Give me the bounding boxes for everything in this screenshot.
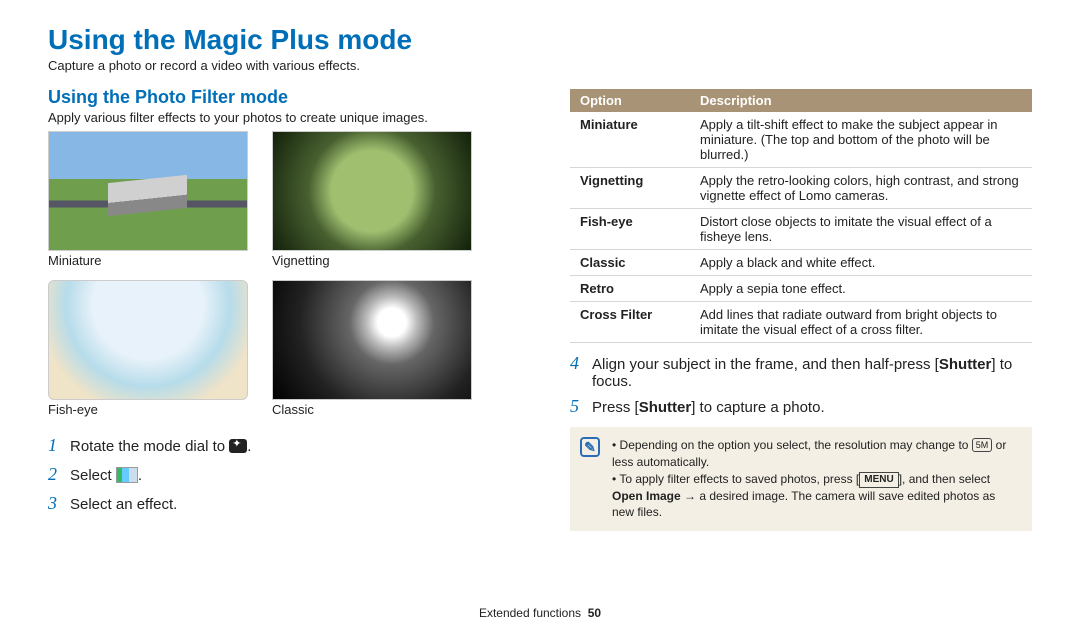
note-text: To apply filter effects to saved photos,… bbox=[619, 472, 859, 486]
photo-filter-icon bbox=[116, 467, 138, 483]
table-header-option: Option bbox=[570, 89, 690, 112]
table-row: Fish-eye Distort close objects to imitat… bbox=[570, 209, 1032, 250]
shutter-label: Shutter bbox=[639, 399, 692, 416]
thumb-cell: Classic bbox=[272, 280, 472, 425]
option-desc: Apply a black and white effect. bbox=[690, 250, 1032, 276]
section-desc: Apply various filter effects to your pho… bbox=[48, 110, 530, 125]
step-text-part: ] to capture a photo. bbox=[691, 399, 824, 416]
option-name: Cross Filter bbox=[570, 302, 690, 343]
option-desc: Apply the retro-looking colors, high con… bbox=[690, 168, 1032, 209]
right-column: Option Description Miniature Apply a til… bbox=[570, 87, 1032, 531]
thumbnail-label: Miniature bbox=[48, 253, 248, 268]
note-text: Depending on the option you select, the … bbox=[620, 438, 972, 452]
open-image-label: Open Image bbox=[612, 489, 681, 503]
left-column: Using the Photo Filter mode Apply variou… bbox=[48, 87, 530, 531]
left-step-list: 1 Rotate the mode dial to . 2 Select . 3… bbox=[48, 435, 530, 514]
shutter-label: Shutter bbox=[939, 356, 992, 373]
option-name: Retro bbox=[570, 276, 690, 302]
thumb-cell: Vignetting bbox=[272, 131, 472, 276]
step-text: Select an effect. bbox=[70, 496, 530, 513]
page-title: Using the Magic Plus mode bbox=[48, 24, 1032, 56]
step-text-part: Rotate the mode dial to bbox=[70, 438, 229, 455]
table-row: Retro Apply a sepia tone effect. bbox=[570, 276, 1032, 302]
option-name: Vignetting bbox=[570, 168, 690, 209]
step-text-part: . bbox=[138, 467, 142, 484]
note-bullet: To apply filter effects to saved photos,… bbox=[612, 471, 1020, 522]
step-number: 4 bbox=[570, 353, 592, 374]
list-item: 1 Rotate the mode dial to . bbox=[48, 435, 530, 456]
table-header-desc: Description bbox=[690, 89, 1032, 112]
option-name: Miniature bbox=[570, 112, 690, 168]
step-number: 3 bbox=[48, 493, 70, 514]
vignetting-thumbnail bbox=[272, 131, 472, 251]
page-footer: Extended functions 50 bbox=[0, 606, 1080, 620]
option-desc: Distort close objects to imitate the vis… bbox=[690, 209, 1032, 250]
note-box: ✎ Depending on the option you select, th… bbox=[570, 427, 1032, 531]
note-text: ], and then select bbox=[899, 472, 990, 486]
step-text-part: Select bbox=[70, 467, 116, 484]
step-text: Select . bbox=[70, 467, 530, 484]
step-text: Rotate the mode dial to . bbox=[70, 438, 530, 455]
resolution-icon: 5M bbox=[972, 438, 993, 452]
list-item: 4 Align your subject in the frame, and t… bbox=[570, 353, 1032, 390]
step-text-part: Press [ bbox=[592, 399, 639, 416]
miniature-thumbnail bbox=[48, 131, 248, 251]
option-desc: Apply a sepia tone effect. bbox=[690, 276, 1032, 302]
menu-icon: MENU bbox=[859, 472, 898, 488]
right-step-list: 4 Align your subject in the frame, and t… bbox=[570, 353, 1032, 417]
step-text: Press [Shutter] to capture a photo. bbox=[592, 399, 1032, 416]
classic-thumbnail bbox=[272, 280, 472, 400]
table-row: Classic Apply a black and white effect. bbox=[570, 250, 1032, 276]
step-text: Align your subject in the frame, and the… bbox=[592, 356, 1032, 390]
step-text-part: Align your subject in the frame, and the… bbox=[592, 356, 939, 373]
page-intro: Capture a photo or record a video with v… bbox=[48, 58, 1032, 73]
note-bullet: Depending on the option you select, the … bbox=[612, 437, 1020, 471]
fisheye-thumbnail bbox=[48, 280, 248, 400]
step-number: 1 bbox=[48, 435, 70, 456]
step-text-part: . bbox=[247, 438, 251, 455]
thumbnail-label: Classic bbox=[272, 402, 472, 417]
table-row: Miniature Apply a tilt-shift effect to m… bbox=[570, 112, 1032, 168]
section-title: Using the Photo Filter mode bbox=[48, 87, 530, 108]
content-columns: Using the Photo Filter mode Apply variou… bbox=[48, 87, 1032, 531]
list-item: 5 Press [Shutter] to capture a photo. bbox=[570, 396, 1032, 417]
page-number: 50 bbox=[588, 606, 601, 620]
thumb-cell: Fish-eye bbox=[48, 280, 248, 425]
mode-dial-icon bbox=[229, 439, 247, 453]
table-row: Cross Filter Add lines that radiate outw… bbox=[570, 302, 1032, 343]
thumbnail-label: Fish-eye bbox=[48, 402, 248, 417]
list-item: 3 Select an effect. bbox=[48, 493, 530, 514]
list-item: 2 Select . bbox=[48, 464, 530, 485]
thumbnail-label: Vignetting bbox=[272, 253, 472, 268]
table-row: Vignetting Apply the retro-looking color… bbox=[570, 168, 1032, 209]
note-icon: ✎ bbox=[580, 437, 600, 457]
footer-section: Extended functions bbox=[479, 606, 581, 620]
thumb-cell: Miniature bbox=[48, 131, 248, 276]
option-desc: Add lines that radiate outward from brig… bbox=[690, 302, 1032, 343]
option-desc: Apply a tilt-shift effect to make the su… bbox=[690, 112, 1032, 168]
thumbnail-grid: Miniature Vignetting Fish-eye Classic bbox=[48, 131, 530, 425]
step-number: 5 bbox=[570, 396, 592, 417]
options-table: Option Description Miniature Apply a til… bbox=[570, 89, 1032, 343]
option-name: Fish-eye bbox=[570, 209, 690, 250]
step-number: 2 bbox=[48, 464, 70, 485]
option-name: Classic bbox=[570, 250, 690, 276]
